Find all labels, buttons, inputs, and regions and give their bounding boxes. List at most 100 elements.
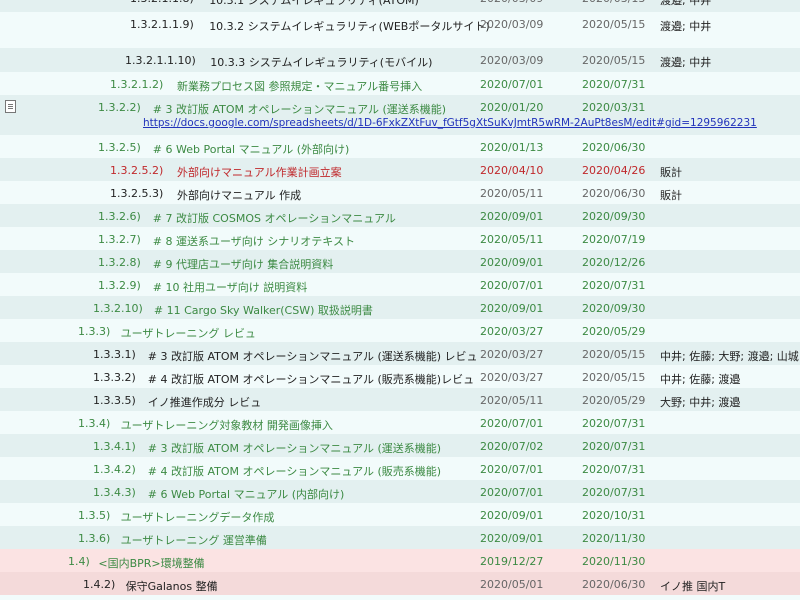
task-number: 1.3.4) [78,417,111,430]
task-number: 1.4) [68,555,90,568]
end-date: 2020/05/29 [582,394,646,407]
task-title[interactable]: # 9 代理店ユーザ向け 集合説明資料 [153,256,333,272]
end-date: 2020/05/15 [582,348,646,361]
task-title[interactable]: ユーザトレーニング 運営準備 [121,532,267,548]
task-title[interactable]: # 7 改訂版 COSMOS オペレーションマニュアル [153,210,396,226]
task-title[interactable]: 新業務プロセス図 参照規定・マニュアル番号挿入 [177,78,422,94]
table-row[interactable]: 1.3.2.7) # 8 運送系ユーザ向け シナリオテキスト 2020/05/11 2… [0,227,800,250]
start-date: 2019/12/27 [480,555,544,568]
table-row[interactable]: 1.3.3) ユーザトレーニング レビュ 2020/03/27 2020/05/29 [0,319,800,342]
table-row[interactable]: 1.3.4.3) # 6 Web Portal マニュアル (内部向け) 2020/… [0,480,800,503]
task-title[interactable]: 外部向けマニュアル 作成 [177,187,301,203]
table-row[interactable]: 1.3.2.10) # 11 Cargo Sky Walker(CSW) 取扱説明… [0,296,800,319]
start-date: 2020/03/27 [480,371,544,384]
table-row[interactable]: 1.3.2.1.2) 新業務プロセス図 参照規定・マニュアル番号挿入 2020/07… [0,72,800,95]
table-row[interactable]: 1.3.4.1) # 3 改訂版 ATOM オペレーションマニュアル (運送系機能… [0,434,800,457]
table-row[interactable]: 1.3.5) ユーザトレーニングデータ作成 2020/09/01 2020/10/31 [0,503,800,526]
table-row[interactable]: 1.3.3.1) # 3 改訂版 ATOM オペレーションマニュアル (運送系機能… [0,342,800,365]
task-title[interactable]: # 4 改訂版 ATOM オペレーションマニュアル (販売系機能) [148,463,441,479]
task-number: 1.3.2.9) [98,279,141,292]
end-date: 2020/10/31 [582,509,646,522]
table-row[interactable]: 1.3.6) ユーザトレーニング 運営準備 2020/09/01 2020/11/30 [0,526,800,549]
end-date: 2020/11/30 [582,555,646,568]
task-title[interactable]: # 6 Web Portal マニュアル (内部向け) [148,486,345,502]
task-title[interactable]: 10.3.2 システムイレギュラリティ(WEBポータルサイト) [209,18,489,34]
task-title[interactable]: イノ推進作成分 レビュ [148,394,262,410]
task-title[interactable]: # 3 改訂版 ATOM オペレーションマニュアル (運送系機能) レビュ [148,348,478,364]
assignees: 中井; 佐藤; 渡邉 [660,373,741,386]
task-title[interactable]: <国内BPR>環境整備 [98,555,204,571]
task-number: 1.3.4.2) [93,463,136,476]
start-date: 2020/03/09 [480,18,544,31]
table-row[interactable]: 1.3.4.2) # 4 改訂版 ATOM オペレーションマニュアル (販売系機能… [0,457,800,480]
task-title[interactable]: 保守Galanos 整備 [126,578,218,594]
start-date: 2020/03/09 [480,54,544,67]
task-number: 1.3.3.5) [93,394,136,407]
task-number: 1.3.2.1.1.8) [130,0,194,5]
table-row[interactable]: 1.3.3.5) イノ推進作成分 レビュ 2020/05/11 2020/05/29 大… [0,388,800,411]
start-date: 2020/07/01 [480,279,544,292]
task-number: 1.3.2.7) [98,233,141,246]
task-number: 1.3.3) [78,325,111,338]
task-title[interactable]: ユーザトレーニング対象教材 開発画像挿入 [121,417,333,433]
task-title[interactable]: ユーザトレーニング レビュ [121,325,256,341]
task-number: 1.3.2.5.2) [110,164,164,177]
task-title[interactable]: # 3 改訂版 ATOM オペレーションマニュアル (運送系機能) [148,440,441,456]
end-date: 2020/07/31 [582,486,646,499]
task-title[interactable]: # 6 Web Portal マニュアル (外部向け) [153,141,350,157]
task-number: 1.3.6) [78,532,111,545]
table-row[interactable]: 1.3.2.9) # 10 社用ユーザ向け 説明資料 2020/07/01 2020/… [0,273,800,296]
end-date: 2020/05/15 [582,371,646,384]
start-date: 2020/09/01 [480,210,544,223]
spreadsheet-link[interactable]: https://docs.google.com/spreadsheets/d/1… [143,117,757,129]
task-title[interactable]: 10.3.3 システムイレギュラリティ(モバイル) [210,54,432,70]
start-date: 2020/05/11 [480,233,544,246]
end-date: 2020/11/30 [582,532,646,545]
end-date: 2020/03/13 [582,0,645,5]
end-date: 2020/07/31 [582,417,646,430]
start-date: 2020/01/13 [480,141,544,154]
task-title[interactable]: 10.3.1 システムイレギュラリティ(ATOM) [209,0,419,8]
table-row[interactable]: 1.3.2.8) # 9 代理店ユーザ向け 集合説明資料 2020/09/01 202… [0,250,800,273]
task-title[interactable]: # 3 改訂版 ATOM オペレーションマニュアル (運送系機能) [153,101,446,117]
start-date: 2020/03/27 [480,348,544,361]
task-number: 1.3.5) [78,509,111,522]
task-number: 1.3.2.10) [93,302,143,315]
table-row[interactable]: 1.3.2.6) # 7 改訂版 COSMOS オペレーションマニュアル 2020/… [0,204,800,227]
table-row[interactable]: 1.3.2.5.2) 外部向けマニュアル作業計画立案 2020/04/10 2020/… [0,158,800,181]
assignees: 渡邉; 中井 [660,56,712,69]
task-title[interactable]: # 8 運送系ユーザ向け シナリオテキスト [153,233,355,249]
table-row[interactable]: 1.3.4) ユーザトレーニング対象教材 開発画像挿入 2020/07/01 2020… [0,411,800,434]
end-date: 2020/05/15 [582,54,646,67]
table-row[interactable]: 1.3.2.5) # 6 Web Portal マニュアル (外部向け) 2020/… [0,135,800,158]
table-row[interactable]: 1.3.2.5.3) 外部向けマニュアル 作成 2020/05/11 2020/06/… [0,181,800,204]
end-date: 2020/07/31 [582,440,646,453]
table-row[interactable]: 1.4.2) 保守Galanos 整備 2020/05/01 2020/06/30 イノ… [0,572,800,595]
table-row[interactable]: 1.3.2.1.1.10) 10.3.3 システムイレギュラリティ(モバイル) 20… [0,48,800,72]
task-number: 1.3.2.6) [98,210,141,223]
task-number: 1.3.2.1.1.9) [130,18,194,31]
end-date: 2020/09/30 [582,302,646,315]
task-title[interactable]: ユーザトレーニングデータ作成 [121,509,275,525]
task-number: 1.3.4.1) [93,440,136,453]
start-date: 2020/09/01 [480,509,544,522]
document-icon[interactable] [5,100,16,113]
task-title[interactable]: # 11 Cargo Sky Walker(CSW) 取扱説明書 [154,302,373,318]
task-title[interactable]: 外部向けマニュアル作業計画立案 [177,164,342,180]
task-number: 1.3.3.2) [93,371,136,384]
end-date: 2020/06/30 [582,187,646,200]
table-row[interactable]: 1.4) <国内BPR>環境整備 2019/12/27 2020/11/30 [0,549,800,572]
start-date: 2020/04/10 [480,164,544,177]
assignees: 渡邉; 中井 [660,0,712,7]
start-date: 2020/05/11 [480,394,544,407]
task-number: 1.3.2.1.1.10) [125,54,196,67]
table-row[interactable]: 1.3.3.2) # 4 改訂版 ATOM オペレーションマニュアル (販売系機能… [0,365,800,388]
start-date: 2020/03/27 [480,325,544,338]
start-date: 2020/07/02 [480,440,544,453]
task-title[interactable]: # 10 社用ユーザ向け 説明資料 [153,279,307,295]
table-row[interactable]: 1.3.2.1.1.9) 10.3.2 システムイレギュラリティ(WEBポータルサ… [0,12,800,48]
table-row[interactable]: 1.3.2.2) # 3 改訂版 ATOM オペレーションマニュアル (運送系機能… [0,95,800,135]
table-row[interactable]: 1.3.2.1.1.8) 10.3.1 システムイレギュラリティ(ATOM) 202… [0,0,800,12]
task-title[interactable]: # 4 改訂版 ATOM オペレーションマニュアル (販売系機能)レビュ [148,371,474,387]
start-date: 2020/09/01 [480,302,544,315]
